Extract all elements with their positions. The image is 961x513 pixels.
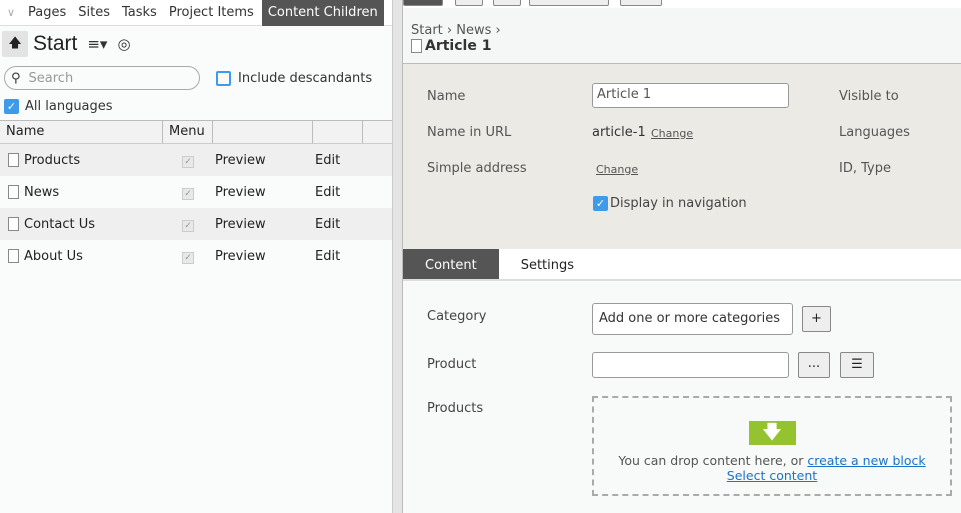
edit-link[interactable]: Edit (313, 217, 373, 232)
url-value: article-1 (592, 125, 646, 140)
toolbar-button[interactable] (455, 0, 483, 6)
name-label: Name (427, 89, 466, 104)
chevron-down-icon[interactable]: ∨ (0, 6, 22, 19)
select-content-link[interactable]: Select content (727, 468, 817, 483)
table-row[interactable]: Contact Us ✓ Preview Edit (0, 208, 392, 240)
drop-arrow-icon: 🡇 (748, 421, 796, 445)
category-label: Category (427, 309, 487, 324)
url-label: Name in URL (427, 125, 512, 140)
menu-checkbox: ✓ (182, 155, 194, 168)
tab-content-children[interactable]: Content Children (261, 0, 384, 26)
menu-checkbox: ✓ (182, 187, 194, 200)
add-category-button[interactable]: + (802, 306, 831, 332)
products-label: Products (427, 401, 484, 416)
preview-link[interactable]: Preview (213, 249, 313, 264)
breadcrumb: Start › News › (411, 23, 501, 38)
editor-toolbar (403, 0, 961, 8)
target-icon[interactable]: ◎ (117, 35, 130, 53)
menu-checkbox: ✓ (182, 219, 194, 232)
tab-settings[interactable]: Settings (499, 249, 596, 279)
children-list: Products ✓ Preview Edit News ✓ Preview Edit Co… (0, 144, 392, 272)
page-title: Start (33, 32, 78, 55)
pane-splitter[interactable] (392, 0, 403, 513)
change-url-link[interactable]: Change (651, 127, 693, 140)
search-input[interactable]: ⚲ Search (4, 66, 200, 90)
nav-tabs: ∨ Pages Sites Tasks Project Items Conten… (0, 0, 392, 26)
browse-button[interactable]: ... (798, 352, 830, 378)
toolbar-button[interactable] (529, 0, 609, 6)
product-label: Product (427, 357, 477, 372)
include-descendants-checkbox[interactable]: Include descandants (216, 70, 372, 86)
languages-label: Languages (839, 125, 910, 140)
page-icon (8, 153, 19, 167)
tab-tasks[interactable]: Tasks (116, 0, 163, 26)
content-drop-area[interactable]: 🡇 You can drop content here, or create a… (592, 396, 952, 496)
column-5 (363, 121, 392, 143)
tab-sites[interactable]: Sites (72, 0, 116, 26)
product-input[interactable] (592, 352, 789, 378)
column-menu[interactable]: Menu (163, 121, 213, 143)
visible-to-label: Visible to (839, 89, 899, 104)
name-input[interactable]: Article 1 (592, 83, 789, 108)
list-menu-icon[interactable]: ≡▾ (87, 35, 107, 53)
edit-link[interactable]: Edit (313, 185, 373, 200)
navigation-pane: ∨ Pages Sites Tasks Project Items Conten… (0, 0, 392, 513)
create-new-block-link[interactable]: create a new block (807, 453, 925, 468)
page-icon (8, 185, 19, 199)
display-in-navigation-checkbox[interactable]: ✓ Display in navigation (593, 196, 747, 211)
id-type-label: ID, Type (839, 161, 891, 176)
preview-link[interactable]: Preview (213, 185, 313, 200)
content-tabs: Content Settings (403, 249, 961, 281)
edit-link[interactable]: Edit (313, 153, 373, 168)
column-name[interactable]: Name (0, 121, 163, 143)
tab-pages[interactable]: Pages (22, 0, 72, 26)
preview-link[interactable]: Preview (213, 217, 313, 232)
table-row[interactable]: News ✓ Preview Edit (0, 176, 392, 208)
editor-pane: Start › News › Article 1 Name Article 1 … (403, 0, 961, 513)
tab-project-items[interactable]: Project Items (163, 0, 260, 26)
simple-address-label: Simple address (427, 161, 527, 176)
page-icon (8, 217, 19, 231)
table-header: Name Menu (0, 120, 392, 144)
search-icon: ⚲ (11, 70, 21, 86)
column-4 (313, 121, 363, 143)
change-simple-address-link[interactable]: Change (596, 163, 638, 176)
content-title: Article 1 (425, 38, 492, 54)
column-3 (213, 121, 313, 143)
page-icon (8, 249, 19, 263)
toolbar-button[interactable] (403, 0, 443, 6)
all-languages-checkbox[interactable]: ✓ All languages (0, 94, 392, 118)
edit-link[interactable]: Edit (313, 249, 373, 264)
toolbar-button[interactable] (493, 0, 521, 6)
tab-content[interactable]: Content (403, 249, 499, 279)
table-row[interactable]: Products ✓ Preview Edit (0, 144, 392, 176)
page-icon (411, 39, 422, 53)
table-row[interactable]: About Us ✓ Preview Edit (0, 240, 392, 272)
list-icon[interactable]: ☰ (840, 352, 874, 378)
category-input[interactable]: Add one or more categories (592, 303, 793, 335)
properties-panel: Name Article 1 Visible to Name in URL ar… (403, 64, 961, 249)
up-arrow-button[interactable]: 🡅 (2, 31, 28, 57)
preview-link[interactable]: Preview (213, 153, 313, 168)
menu-checkbox: ✓ (182, 251, 194, 264)
toolbar-button[interactable] (620, 0, 662, 6)
